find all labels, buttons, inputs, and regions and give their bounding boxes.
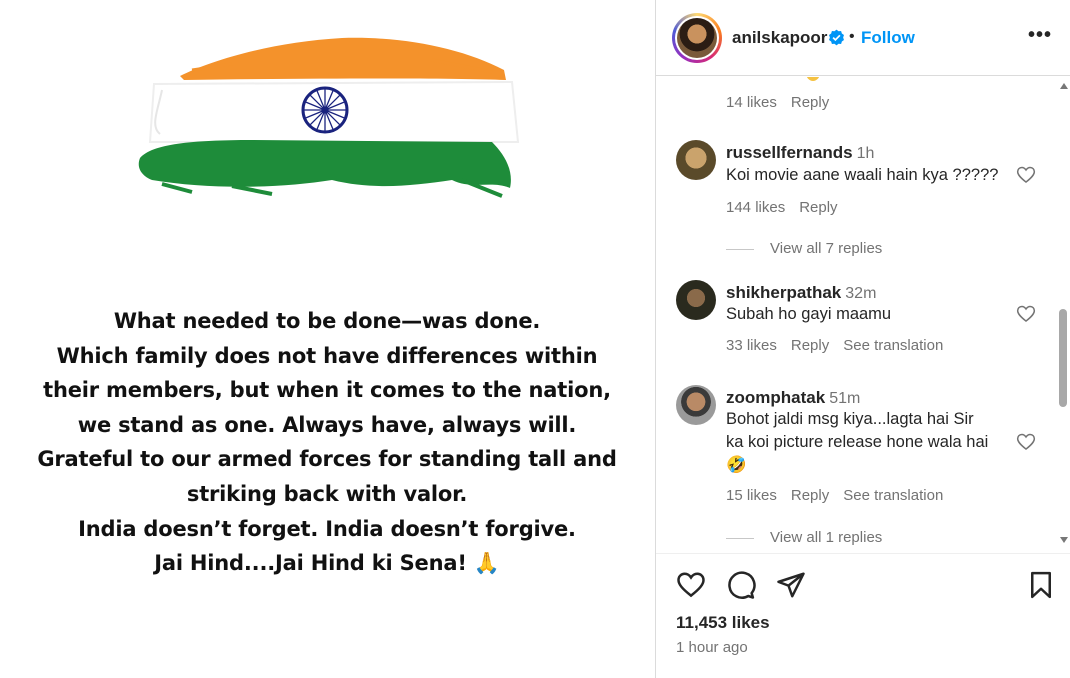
post-header: anilskapoor • Follow ••• — [656, 0, 1070, 76]
like-heart-icon[interactable] — [1016, 432, 1036, 452]
reply-button[interactable]: Reply — [791, 337, 829, 354]
caption-line: Which family does not have differences w… — [56, 343, 598, 368]
comment-time: 1h — [856, 145, 875, 162]
scroll-down-arrow-icon[interactable] — [1060, 537, 1068, 543]
laughing-emoji: 🤣 — [726, 456, 747, 474]
caption-line: India doesn’t forget. India doesn’t forg… — [78, 516, 576, 541]
comment-meta: 33 likes Reply See translation — [726, 337, 957, 354]
save-bookmark-icon[interactable] — [1026, 570, 1056, 600]
post-side-panel: anilskapoor • Follow ••• 14 likes Reply r… — [656, 0, 1070, 678]
separator-dot: • — [849, 28, 855, 45]
comment-text: Koi movie aane waali hain kya ????? — [726, 166, 999, 184]
comment-time: 51m — [829, 390, 861, 407]
reply-button[interactable]: Reply — [799, 199, 837, 216]
verified-badge-icon — [829, 29, 844, 46]
post-timestamp[interactable]: 1 hour ago — [676, 639, 748, 656]
author-username[interactable]: anilskapoor — [732, 28, 827, 48]
caption-line: striking back with valor. — [186, 481, 468, 506]
caption-line: we stand as one. Always have, always wil… — [77, 412, 577, 437]
post-actions-bar: 11,453 likes 1 hour ago — [656, 553, 1070, 678]
view-replies-label: View all 1 replies — [770, 529, 883, 546]
see-translation-button[interactable]: See translation — [843, 337, 943, 354]
comment-likes[interactable]: 15 likes — [726, 487, 777, 504]
author-avatar[interactable] — [672, 13, 722, 63]
comment-meta: 15 likes Reply See translation — [726, 487, 957, 504]
caption-line: Grateful to our armed forces for standin… — [37, 447, 617, 472]
comments-list[interactable]: 14 likes Reply russellfernands 1h Koi movi… — [656, 77, 1070, 553]
scroll-thumb[interactable] — [1059, 309, 1067, 407]
caption-line: What needed to be done—was done. — [113, 309, 541, 333]
view-replies-button[interactable]: View all 1 replies — [726, 529, 882, 546]
comments-scrollbar[interactable] — [1055, 77, 1070, 553]
comment-likes[interactable]: 33 likes — [726, 337, 777, 354]
commenter-username[interactable]: shikherpathak — [726, 283, 841, 302]
reply-button[interactable]: Reply — [791, 487, 829, 504]
scroll-up-arrow-icon[interactable] — [1060, 83, 1068, 89]
like-heart-icon[interactable] — [676, 570, 706, 600]
commenter-avatar[interactable] — [676, 140, 716, 180]
see-translation-button[interactable]: See translation — [843, 487, 943, 504]
comment-time: 32m — [845, 285, 877, 302]
post-image: What needed to be done—was done. Which f… — [0, 0, 655, 678]
comment-bubble-icon[interactable] — [726, 570, 756, 600]
share-paper-plane-icon[interactable] — [776, 570, 806, 600]
caption-line: their members, but when it comes to the … — [43, 378, 611, 403]
reply-button[interactable]: Reply — [791, 94, 829, 111]
follow-button[interactable]: Follow — [861, 28, 915, 48]
commenter-avatar[interactable] — [676, 385, 716, 425]
comment-text: Bohot jaldi msg kiya...lagta hai Sir ka … — [726, 408, 988, 477]
comment-text-line: ka koi picture release hone wala hai — [726, 433, 989, 451]
post-caption-text: What needed to be done—was done. Which f… — [20, 304, 634, 581]
more-options-icon[interactable]: ••• — [1028, 24, 1052, 47]
like-heart-icon[interactable] — [1016, 304, 1036, 324]
caption-line: Jai Hind....Jai Hind ki Sena! 🙏 — [154, 551, 500, 576]
comment-text: Subah ho gayi maamu — [726, 305, 892, 323]
comment-meta: 14 likes Reply — [726, 94, 843, 111]
view-replies-button[interactable]: View all 7 replies — [726, 240, 882, 257]
indian-flag-brush-art — [138, 37, 520, 198]
commenter-avatar[interactable] — [676, 280, 716, 320]
comment-text-line: Bohot jaldi msg kiya...lagta hai Sir — [726, 410, 974, 428]
likes-count[interactable]: 11,453 likes — [676, 613, 770, 633]
commenter-username[interactable]: russellfernands — [726, 143, 853, 162]
comment-likes[interactable]: 144 likes — [726, 199, 785, 216]
commenter-username[interactable]: zoomphatak — [726, 388, 825, 407]
comment-likes[interactable]: 14 likes — [726, 94, 777, 111]
view-replies-label: View all 7 replies — [770, 240, 883, 257]
comment-meta: 144 likes Reply — [726, 199, 852, 216]
like-heart-icon[interactable] — [1016, 165, 1036, 185]
